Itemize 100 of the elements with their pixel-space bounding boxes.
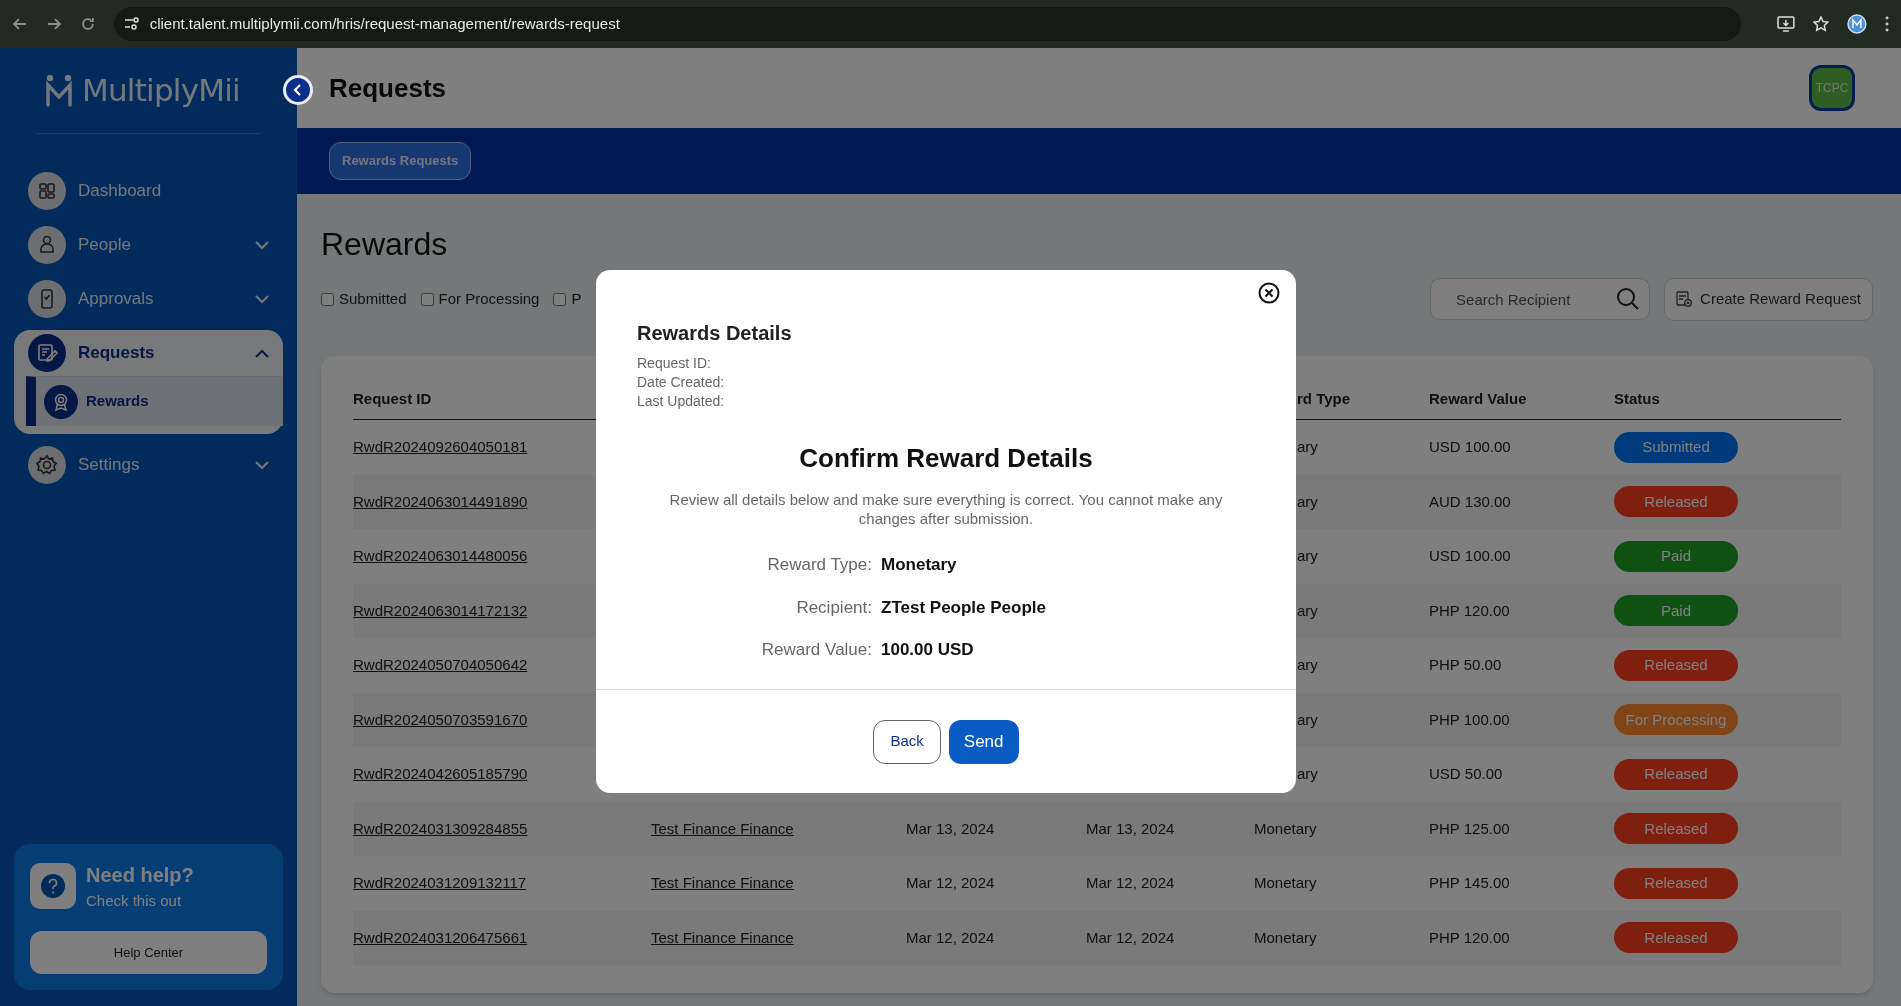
sidebar-item[interactable]: Settings [0,442,297,488]
request-id-link[interactable]: RwdR2024063014480056 [353,545,528,568]
logo-text: MultiplyMii [82,71,240,111]
filter-checkbox[interactable] [420,292,434,306]
table-cell-text: Mar 13, 2024 [906,818,995,839]
table-cell-text: USD 100.00 [1429,546,1511,566]
column-header: rd Type [1297,389,1351,410]
recipient-link[interactable]: Test Finance Finance [651,926,794,949]
sidebar-item[interactable]: Dashboard [0,168,297,214]
gear-icon [28,446,66,484]
field-value: 100.00 USD [881,639,974,661]
request-id-link[interactable]: RwdR2024031206475661 [353,926,528,949]
confirm-heading: Confirm Reward Details [798,442,1094,475]
table-cell-text: ary [1297,437,1318,457]
recipient-link[interactable]: Test Finance Finance [651,817,794,840]
help-icon [30,863,76,910]
menu-icon[interactable] [1885,16,1889,32]
phone-check-icon [28,280,66,318]
dialog-title: Rewards Details [637,321,792,346]
table-cell-text: AUD 130.00 [1429,491,1511,512]
request-id-link[interactable]: RwdR2024031209132117 [353,872,527,895]
badge-ribbon-icon [44,384,78,419]
create-reward-request-button[interactable]: Create Reward Request [1664,277,1873,321]
search-field[interactable]: Search Recipient [1430,278,1651,320]
install-icon[interactable] [1777,16,1796,32]
table-cell-text: Mar 13, 2024 [1086,818,1175,839]
page-title: Requests [329,71,447,105]
table-cell-text: Mar 12, 2024 [906,873,995,893]
sidebar-item[interactable]: Approvals [0,276,297,322]
status-label: Paid [1614,540,1738,572]
search-icon[interactable] [1616,287,1641,311]
request-id-link[interactable]: RwdR2024031309284855 [353,817,528,840]
table-cell-text: PHP 50.00 [1429,655,1502,675]
tab[interactable]: Rewards Requests [329,142,472,180]
table-cell-text: PHP 100.00 [1429,709,1510,730]
sidebar-item[interactable]: Requests [14,330,283,376]
table-cell-text: ary [1297,764,1318,784]
request-id-link[interactable]: RwdR2024063014491890 [353,490,528,513]
request-id-link[interactable]: RwdR2024050704050642 [353,654,528,677]
help-center-button[interactable]: Help Center [30,930,267,974]
status-label: Released [1614,813,1738,845]
table-cell-text: ary [1297,546,1318,566]
table-cell-text: ary [1297,491,1318,512]
column-header: Reward Value [1429,389,1527,410]
reload-icon[interactable] [79,16,96,32]
field-value: Monetary [881,554,957,576]
detail-label: Date Created: [637,373,725,392]
field-value: ZTest People People [881,596,1046,619]
table-cell-text: ary [1297,709,1318,730]
filter-label: For Processing [438,288,540,309]
dashboard-icon [28,172,66,210]
back-button[interactable]: Back [873,719,941,764]
recipient-link[interactable]: Test Finance Finance [651,872,794,895]
person-icon [28,226,66,264]
table-cell-text: Monetary [1254,927,1317,948]
send-button[interactable]: Send [948,719,1019,764]
forward-icon[interactable] [45,16,62,32]
filter-checkbox[interactable] [553,292,567,306]
status-label: Released [1614,486,1738,518]
star-icon[interactable] [1813,16,1830,32]
status-label: Released [1614,758,1738,790]
table-cell-text: PHP 120.00 [1429,927,1510,948]
filter-checkbox[interactable] [321,292,334,306]
field-label: Reward Type: [767,554,872,576]
table-cell-text: Mar 12, 2024 [1086,927,1175,948]
close-icon[interactable] [1258,282,1280,304]
sidebar-subitem[interactable]: Rewards [26,376,283,426]
request-id-link[interactable]: RwdR2024050703591670 [353,708,528,731]
field-label: Reward Value: [761,639,872,661]
request-id-link[interactable]: RwdR2024063014172132 [353,599,528,622]
detail-label: Last Updated: [637,392,725,411]
column-header: Request ID [353,389,432,410]
request-id-link[interactable]: RwdR2024092604050181 [353,436,528,459]
profile-icon[interactable] [1847,14,1867,34]
back-icon[interactable] [12,16,28,32]
table-cell-text: USD 50.00 [1429,764,1503,784]
site-settings-icon[interactable] [123,17,140,31]
status-label: Paid [1614,595,1738,627]
status-label: For Processing [1614,704,1738,736]
filter-label: Submitted [339,288,407,309]
table-cell-text: ary [1297,600,1318,621]
document-add-icon [1676,291,1693,307]
status-label: Released [1614,867,1738,899]
table-cell-text: Monetary [1254,873,1317,893]
sidebar-item[interactable]: People [0,222,297,268]
collapse-sidebar-icon[interactable] [283,75,313,105]
help-subtitle: Check this out [86,891,183,911]
address-bar[interactable]: client.talent.multiplymii.com/hris/request-management/rewards-request [113,7,1742,41]
chevron-icon[interactable] [255,348,269,358]
table-cell-text: Mar 12, 2024 [906,927,995,948]
table-cell-text: PHP 145.00 [1429,873,1510,893]
document-pen-icon [28,334,66,372]
request-id-link[interactable]: RwdR2024042605185790 [353,763,528,786]
table-cell-text: Monetary [1254,818,1317,839]
table-cell-text: USD 100.00 [1429,437,1511,457]
table-cell-text: PHP 125.00 [1429,818,1510,839]
filter-label: P [571,288,582,309]
status-label: Submitted [1614,431,1738,463]
section-title: Rewards [321,225,449,264]
status-label: Released [1614,922,1738,954]
